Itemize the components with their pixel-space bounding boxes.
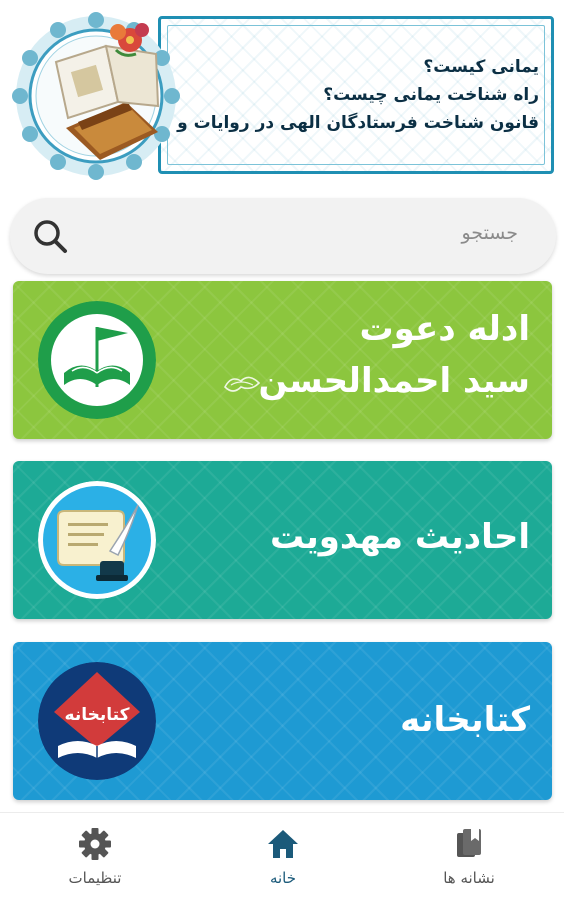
header-banner: یمانی کیست؟ راه شناخت یمانی چیست؟ قانون …: [8, 6, 556, 184]
card-title: احادیث مهدویت: [270, 517, 530, 557]
bottom-navigation: تنظیمات خانه نشانه ها: [0, 812, 564, 900]
quran-rosette-illustration: [12, 12, 180, 180]
banner-text: یمانی کیست؟ راه شناخت یمانی چیست؟ قانون …: [129, 53, 539, 137]
banner-line-1: یمانی کیست؟: [423, 57, 539, 77]
search-bar[interactable]: جستجو: [10, 198, 556, 274]
card-title-line-2: سید احمدالحسن: [258, 361, 530, 401]
card-library[interactable]: کتابخانه کتابخانه: [13, 642, 552, 800]
nav-item-bookmarks[interactable]: نشانه ها: [414, 827, 524, 897]
search-icon[interactable]: [32, 218, 68, 254]
card-title: کتابخانه: [400, 700, 530, 740]
banner-frame: یمانی کیست؟ راه شناخت یمانی چیست؟ قانون …: [129, 16, 554, 174]
gear-icon[interactable]: [78, 827, 112, 861]
nav-item-settings[interactable]: تنظیمات: [40, 827, 150, 897]
library-logo-text: کتابخانه: [65, 705, 130, 725]
scroll-quill-icon: [38, 481, 156, 599]
nav-item-home[interactable]: خانه: [228, 827, 338, 897]
nav-label-bookmarks[interactable]: نشانه ها: [414, 869, 524, 887]
search-placeholder[interactable]: جستجو: [461, 222, 518, 244]
card-evidence-of-call[interactable]: ادله دعوت سید احمدالحسن: [13, 281, 552, 439]
banner-line-2: راه شناخت یمانی چیست؟: [323, 85, 539, 105]
nav-label-settings[interactable]: تنظیمات: [40, 869, 150, 887]
home-icon[interactable]: [266, 827, 300, 861]
card-title-line-1: ادله دعوت: [359, 309, 530, 349]
nav-label-home[interactable]: خانه: [228, 869, 338, 887]
book-flag-emblem-icon: [38, 301, 156, 419]
honorific-seal-icon: [224, 376, 261, 392]
card-mahdism-hadiths[interactable]: احادیث مهدویت: [13, 461, 552, 619]
library-book-icon: کتابخانه: [38, 662, 156, 780]
banner-line-3: قانون شناخت فرستادگان الهی در روایات و ق…: [129, 113, 539, 133]
bookmark-icon[interactable]: [452, 827, 486, 861]
